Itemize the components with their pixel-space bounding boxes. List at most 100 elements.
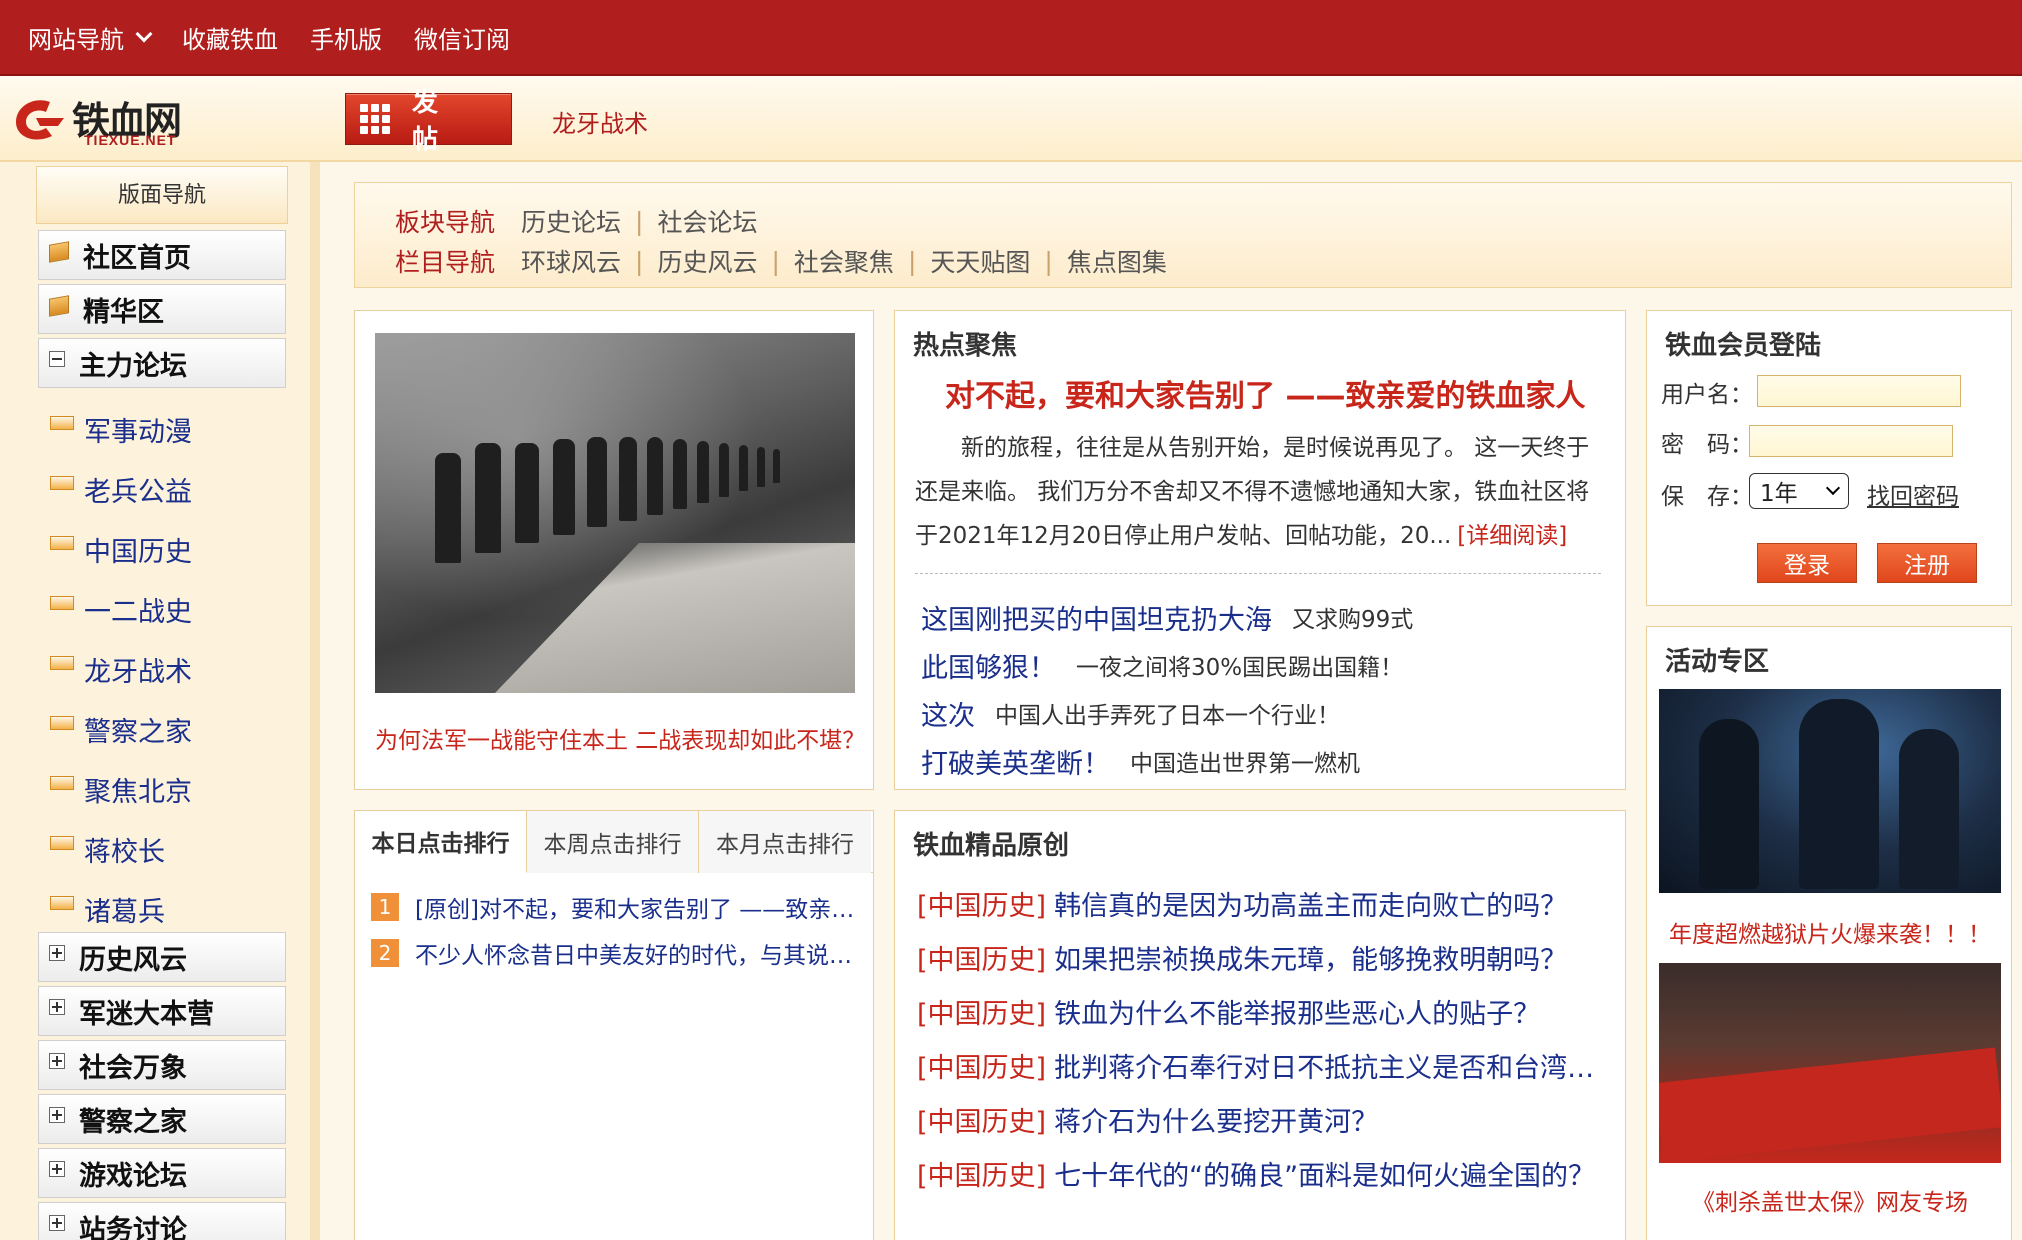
column-nav-link[interactable]: 焦点图集 [1067,243,1167,279]
sidebar-subitem[interactable]: 中国历史 [50,524,286,574]
original-item[interactable]: [中国历史] 如果把崇祯换成朱元璋，能够挽救明朝吗？ [917,935,1617,979]
hot-item-title[interactable]: 这次 [921,694,975,733]
tab-daily-ranking[interactable]: 本日点击排行 [355,811,527,873]
hot-item-subtitle[interactable]: 一夜之间将30%国民踢出国籍！ [1076,648,1403,682]
password-label: 密 码： [1661,432,1753,458]
sidebar-item-home[interactable]: 社区首页 [38,230,286,280]
category-tag[interactable]: [中国历史] [917,1100,1046,1139]
category-tag[interactable]: [中国历史] [917,1154,1046,1193]
rank-number-badge: 2 [371,939,399,967]
wechat-subscribe-link[interactable]: 微信订阅 [414,20,510,55]
remember-duration-select[interactable]: 1年 [1749,473,1849,509]
column-nav-link[interactable]: 环球风云 [521,243,621,279]
sidebar-item-label: 社区首页 [83,242,191,274]
forgot-password-link[interactable]: 找回密码 [1867,477,1959,511]
expand-icon[interactable] [49,999,65,1015]
hot-item[interactable]: 这国刚把买的中国坦克扔大海 又求购99式 [921,597,1413,637]
member-login-panel: 铁血会员登陆 用户名： 密 码： 保 存： 1年 找回密码 登录 注册 [1646,310,2012,606]
original-item-title[interactable]: 铁血为什么不能举报那些恶心人的贴子？ [1054,992,1540,1031]
ranking-item[interactable]: 1 [原创]对不起，要和大家告别了 ——致亲爱的铁血家人 [371,887,861,927]
favorite-link[interactable]: 收藏铁血 [182,20,278,55]
original-item[interactable]: [中国历史] 铁血为什么不能举报那些恶心人的贴子？ [917,989,1617,1033]
login-button[interactable]: 登录 [1757,543,1857,583]
sidebar-subitem[interactable]: 聚焦北京 [50,764,286,814]
ranking-item[interactable]: 2 不少人怀念昔日中美友好的时代，与其说是怀念 [371,933,861,973]
column-nav-link[interactable]: 天天贴图 [930,243,1030,279]
collapse-icon[interactable] [49,351,65,367]
activity-image-gestapo-film[interactable] [1659,963,2001,1163]
hot-item[interactable]: 此国够狠！ 一夜之间将30%国民踢出国籍！ [921,645,1403,685]
hot-item[interactable]: 打破美英垄断！ 中国造出世界第一燃机 [921,741,1360,781]
sidebar-subitem[interactable]: 诸葛兵 [50,884,286,934]
sidebar-group[interactable]: 站务讨论 [38,1202,286,1240]
sidebar-subitem[interactable]: 龙牙战术 [50,644,286,694]
featured-photo[interactable] [375,333,855,693]
expand-icon[interactable] [49,1107,65,1123]
sidebar-group[interactable]: 军迷大本营 [38,986,286,1036]
password-input[interactable] [1749,425,1953,457]
hot-item-subtitle[interactable]: 中国造出世界第一燃机 [1130,744,1360,778]
category-tag[interactable]: [中国历史] [917,1046,1046,1085]
sidebar-subitem[interactable]: 一二战史 [50,584,286,634]
sidebar-subitem[interactable]: 警察之家 [50,704,286,754]
ranking-item-title[interactable]: 不少人怀念昔日中美友好的时代，与其说是怀念 [415,936,861,970]
separator: | [771,246,780,276]
hot-item-title[interactable]: 这国刚把买的中国坦克扔大海 [921,598,1272,637]
username-input[interactable] [1757,375,1961,407]
activity-image-prison-film[interactable] [1659,689,2001,893]
featured-photo-panel: 为何法军一战能守住本土 二战表现却如此不堪？ [354,310,874,790]
read-more-link[interactable]: [详细阅读] [1457,523,1567,549]
site-nav-menu[interactable]: 网站导航 [28,20,153,55]
sidebar-subitem[interactable]: 老兵公益 [50,464,286,514]
tab-weekly-ranking[interactable]: 本周点击排行 [527,811,699,873]
site-logo[interactable]: 铁血网 TIEXUE.NET [10,90,200,150]
sidebar-subitem[interactable]: 军事动漫 [50,404,286,454]
sidebar-item-featured[interactable]: 精华区 [38,284,286,334]
tab-monthly-ranking[interactable]: 本月点击排行 [699,811,871,873]
hot-item-title[interactable]: 此国够狠！ [921,646,1056,685]
column-nav-link[interactable]: 历史风云 [657,243,757,279]
sidebar-group[interactable]: 历史风云 [38,932,286,982]
sidebar-subitem[interactable]: 蒋校长 [50,824,286,874]
original-item-title[interactable]: 韩信真的是因为功高盖主而走向败亡的吗？ [1054,884,1567,923]
expand-icon[interactable] [49,1161,65,1177]
sidebar-group[interactable]: 社会万象 [38,1040,286,1090]
header-link-dragon-tactics[interactable]: 龙牙战术 [552,104,648,139]
hot-item-subtitle[interactable]: 中国人出手弄死了日本一个行业！ [995,696,1340,730]
original-item[interactable]: [中国历史] 蒋介石为什么要挖开黄河？ [917,1097,1617,1141]
category-tag[interactable]: [中国历史] [917,992,1046,1031]
grid-icon [360,104,390,134]
hot-headline-link[interactable]: 对不起，要和大家告别了 ——致亲爱的铁血家人 [945,371,1625,415]
sidebar-subitem-label: 一二战史 [84,596,192,628]
original-item[interactable]: [中国历史] 韩信真的是因为功高盖主而走向败亡的吗？ [917,881,1617,925]
sidebar-group[interactable]: 游戏论坛 [38,1148,286,1198]
original-item-title[interactable]: 如果把崇祯换成朱元璋，能够挽救明朝吗？ [1054,938,1567,977]
ranking-item-title[interactable]: [原创]对不起，要和大家告别了 ——致亲爱的铁血家人 [415,890,861,924]
expand-icon[interactable] [49,1215,65,1231]
original-item-title[interactable]: 蒋介石为什么要挖开黄河？ [1054,1100,1378,1139]
forum-icon [50,596,74,610]
board-nav-link[interactable]: 社会论坛 [657,203,757,239]
activity-caption-2[interactable]: 《刺杀盖世太保》网友专场 [1647,1183,2013,1217]
expand-icon[interactable] [49,1053,65,1069]
original-item[interactable]: [中国历史] 批判蒋介石奉行对日不抵抗主义是否和台湾民进党 [917,1043,1617,1087]
column-nav-link[interactable]: 社会聚焦 [794,243,894,279]
expand-icon[interactable] [49,945,65,961]
post-button[interactable]: 发帖 [345,88,512,155]
register-button[interactable]: 注册 [1877,543,1977,583]
sidebar-group-main-forum[interactable]: 主力论坛 [38,338,286,388]
hot-item[interactable]: 这次 中国人出手弄死了日本一个行业！ [921,693,1340,733]
activity-caption-1[interactable]: 年度超燃越狱片火爆来袭！！！ [1647,915,2013,949]
original-item-title[interactable]: 批判蒋介石奉行对日不抵抗主义是否和台湾民进党 [1054,1046,1617,1085]
original-item[interactable]: [中国历史] 七十年代的“的确良”面料是如何火遍全国的？ [917,1151,1617,1195]
mobile-link[interactable]: 手机版 [310,20,382,55]
category-tag[interactable]: [中国历史] [917,884,1046,923]
original-item-title[interactable]: 七十年代的“的确良”面料是如何火遍全国的？ [1054,1154,1595,1193]
photo-caption-link[interactable]: 为何法军一战能守住本土 二战表现却如此不堪？ [375,721,865,755]
category-tag[interactable]: [中国历史] [917,938,1046,977]
board-navigation: 板块导航 历史论坛 | 社会论坛 栏目导航 环球风云 | 历史风云 | 社会聚焦… [354,182,2012,288]
board-nav-link[interactable]: 历史论坛 [521,203,621,239]
hot-item-subtitle[interactable]: 又求购99式 [1292,600,1413,634]
hot-item-title[interactable]: 打破美英垄断！ [921,742,1110,781]
sidebar-group[interactable]: 警察之家 [38,1094,286,1144]
